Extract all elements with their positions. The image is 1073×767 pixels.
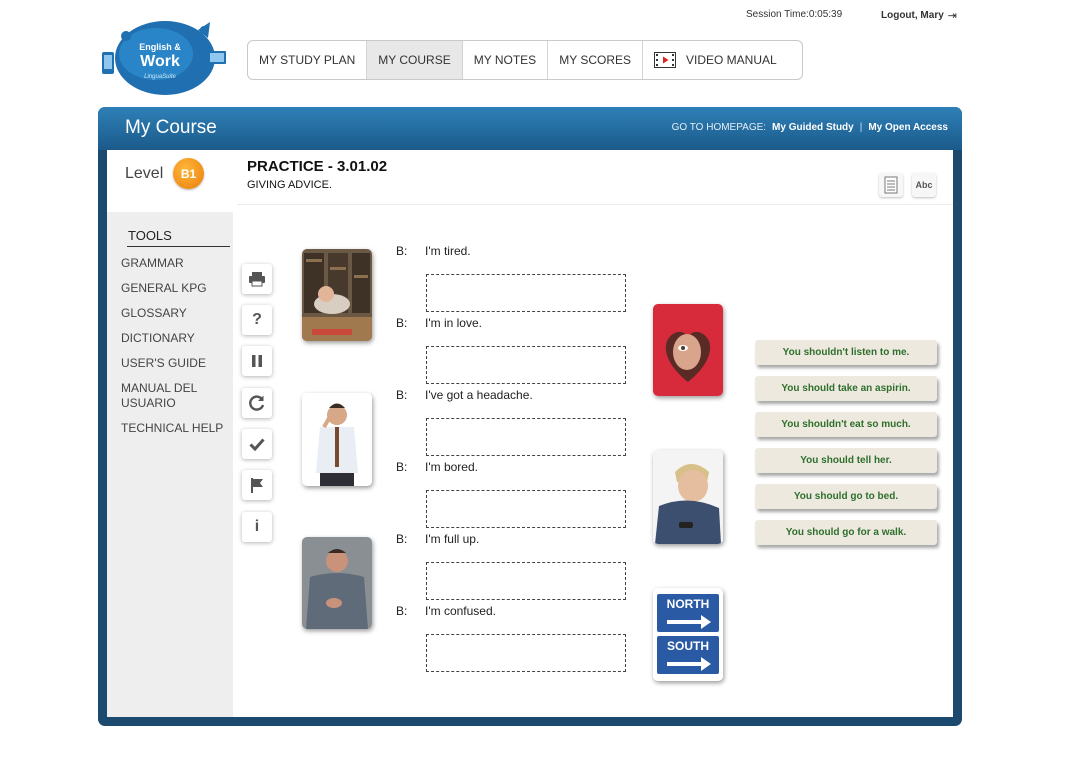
my-guided-study-link[interactable]: My Guided Study xyxy=(772,122,854,133)
exercise-subtitle: GIVING ADVICE. xyxy=(247,179,332,191)
tool-dictionary[interactable]: DICTIONARY xyxy=(121,331,231,346)
speaker-label: B: xyxy=(396,316,408,330)
tool-general-kpg[interactable]: GENERAL KPG xyxy=(121,281,231,296)
sentence-2: I'm in love. xyxy=(425,316,482,330)
pause-icon[interactable] xyxy=(242,346,272,376)
nav-my-notes[interactable]: MY NOTES xyxy=(463,41,549,79)
level-box: Level B1 xyxy=(107,150,233,212)
answer-dropzone-1[interactable] xyxy=(426,274,626,312)
nav-my-course[interactable]: MY COURSE xyxy=(367,41,463,79)
logo-sub: LinguaSuite xyxy=(144,74,176,80)
header-divider xyxy=(237,204,953,205)
english-work-logo[interactable]: English & Work LinguaSuite xyxy=(98,18,232,98)
headache-man-image[interactable] xyxy=(302,393,372,486)
exercise-title: PRACTICE - 3.01.02 xyxy=(247,158,388,175)
logout-label: Logout, Mary xyxy=(881,10,944,21)
notes-icon[interactable] xyxy=(879,173,903,197)
answer-dropzone-6[interactable] xyxy=(426,634,626,672)
print-icon[interactable] xyxy=(242,264,272,294)
logo-line1: English & xyxy=(139,42,181,52)
answer-dropzone-5[interactable] xyxy=(426,562,626,600)
video-film-icon xyxy=(654,52,676,68)
level-badge: B1 xyxy=(173,158,204,189)
tools-list: GRAMMAR GENERAL KPG GLOSSARY DICTIONARY … xyxy=(121,256,231,446)
flag-icon[interactable] xyxy=(242,470,272,500)
tool-grammar[interactable]: GRAMMAR xyxy=(121,256,231,271)
video-manual-label: VIDEO MANUAL xyxy=(686,53,777,67)
answer-dropzone-4[interactable] xyxy=(426,490,626,528)
reset-icon[interactable] xyxy=(242,388,272,418)
answer-dropzone-3[interactable] xyxy=(426,418,626,456)
sentence-3: I've got a headache. xyxy=(425,388,533,402)
answer-chip-3[interactable]: You shouldn't eat so much. xyxy=(755,412,937,437)
answer-chip-6[interactable]: You should go for a walk. xyxy=(755,520,937,545)
level-label: Level xyxy=(125,165,164,182)
north-south-sign-image[interactable]: NORTH SOUTH xyxy=(653,588,723,681)
nav-my-study-plan[interactable]: MY STUDY PLAN xyxy=(248,41,368,79)
speaker-label: B: xyxy=(396,532,408,546)
tired-man-image[interactable] xyxy=(302,249,372,341)
speaker-label: B: xyxy=(396,244,408,258)
sentence-4: I'm bored. xyxy=(425,460,478,474)
answer-chip-4[interactable]: You should tell her. xyxy=(755,448,937,473)
my-course-panel: My Course GO TO HOMEPAGE: My Guided Stud… xyxy=(98,107,962,726)
answer-dropzone-2[interactable] xyxy=(426,346,626,384)
answer-chip-1[interactable]: You shouldn't listen to me. xyxy=(755,340,937,365)
homepage-links: GO TO HOMEPAGE: My Guided Study | My Ope… xyxy=(672,122,948,133)
tool-technical-help[interactable]: TECHNICAL HELP xyxy=(121,421,231,436)
speaker-label: B: xyxy=(396,460,408,474)
logout-icon: ⇥ xyxy=(947,10,957,22)
sign-south-text: SOUTH xyxy=(667,639,709,653)
full-up-man-image[interactable] xyxy=(302,537,372,629)
tools-title: TOOLS xyxy=(127,228,230,247)
answer-chip-5[interactable]: You should go to bed. xyxy=(755,484,937,509)
nav-video-manual[interactable]: VIDEO MANUAL xyxy=(643,41,802,79)
speaker-label: B: xyxy=(396,604,408,618)
sentence-6: I'm confused. xyxy=(425,604,496,618)
tool-glossary[interactable]: GLOSSARY xyxy=(121,306,231,321)
speaker-label: B: xyxy=(396,388,408,402)
sentence-1: I'm tired. xyxy=(425,244,471,258)
answer-chip-2[interactable]: You should take an aspirin. xyxy=(755,376,937,401)
tool-users-guide[interactable]: USER'S GUIDE xyxy=(121,356,231,371)
tool-manual-del-usuario[interactable]: MANUAL DEL USUARIO xyxy=(121,381,231,411)
content-area: Level B1 TOOLS GRAMMAR GENERAL KPG GLOSS… xyxy=(107,150,953,717)
logout-link[interactable]: Logout, Mary ⇥ xyxy=(881,9,957,22)
main-nav: MY STUDY PLAN MY COURSE MY NOTES MY SCOR… xyxy=(247,40,803,80)
sign-north-text: NORTH xyxy=(667,597,710,611)
logo-line2: Work xyxy=(140,53,180,70)
session-time: Session Time:0:05:39 xyxy=(746,9,842,20)
love-heart-image[interactable] xyxy=(653,304,723,396)
sentence-5: I'm full up. xyxy=(425,532,480,546)
nav-my-scores[interactable]: MY SCORES xyxy=(548,41,643,79)
goto-homepage-label: GO TO HOMEPAGE: xyxy=(671,122,767,133)
sidebar: Level B1 TOOLS GRAMMAR GENERAL KPG GLOSS… xyxy=(107,150,233,717)
panel-title: My Course xyxy=(125,117,217,138)
abc-icon[interactable]: Abc xyxy=(912,173,936,197)
session-label: Session Time: xyxy=(746,9,809,20)
check-icon[interactable] xyxy=(242,429,272,459)
session-value: 0:05:39 xyxy=(808,9,843,20)
link-separator: | xyxy=(859,122,863,133)
bored-boy-image[interactable] xyxy=(653,450,723,544)
panel-header: My Course GO TO HOMEPAGE: My Guided Stud… xyxy=(98,107,962,150)
help-icon[interactable]: ? xyxy=(242,305,272,335)
my-open-access-link[interactable]: My Open Access xyxy=(868,122,948,133)
info-icon[interactable]: i xyxy=(242,512,272,542)
